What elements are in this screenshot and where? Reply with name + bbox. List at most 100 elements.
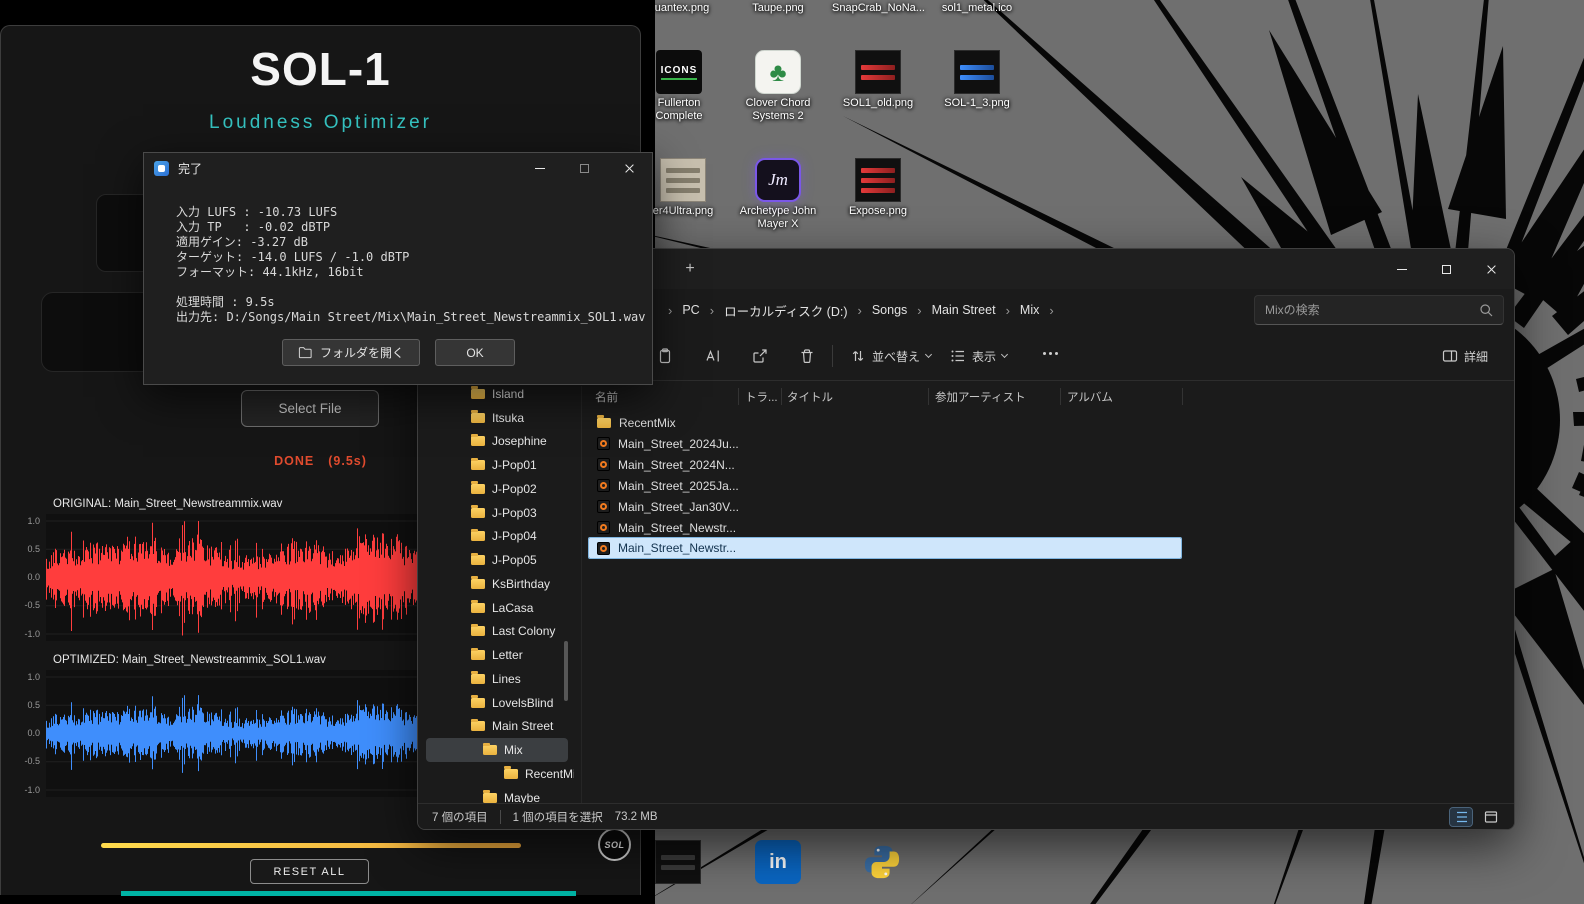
desktop-icon[interactable]: in — [732, 840, 824, 887]
tree-item-j-pop05[interactable]: J-Pop05 — [426, 548, 574, 572]
tree-item-mix[interactable]: Mix — [426, 738, 568, 762]
status-done-time: (9.5s) — [328, 454, 367, 468]
file-row[interactable]: Main_Street_2025Ja... — [418, 475, 1514, 496]
dialog-titlebar: 完了 — [144, 153, 652, 183]
rename-icon[interactable] — [696, 340, 730, 372]
tree-item-lines[interactable]: Lines — [426, 667, 574, 691]
paste-icon[interactable] — [648, 340, 682, 372]
list-view-toggle[interactable] — [1450, 808, 1472, 826]
search-box[interactable] — [1254, 295, 1504, 325]
desktop-icon[interactable]: JmArchetype John Mayer X — [732, 158, 824, 231]
desktop-icon[interactable]: Expose.png — [832, 158, 924, 218]
select-file-button[interactable]: Select File — [241, 390, 379, 427]
desktop-icon[interactable]: uantex.png — [636, 2, 728, 15]
open-folder-icon — [298, 345, 313, 360]
y-tick-label: 0.5 — [27, 544, 40, 555]
app-subtitle: Loudness Optimizer — [1, 112, 640, 134]
view-button[interactable]: 表示 — [942, 340, 1015, 372]
details-pane-button[interactable]: 詳細 — [1434, 340, 1496, 372]
tree-item-j-pop04[interactable]: J-Pop04 — [426, 525, 574, 549]
open-folder-button[interactable]: フォルダを開く — [282, 339, 420, 366]
scrollbar[interactable] — [564, 641, 568, 701]
desktop-icon[interactable]: SOL1_old.png — [832, 50, 924, 110]
folder-icon — [471, 650, 485, 660]
minimize-button[interactable] — [517, 153, 562, 183]
new-tab-button[interactable]: + — [678, 257, 702, 281]
file-row[interactable]: Main_Street_Newstr... — [589, 538, 1181, 558]
toolbar-divider — [832, 345, 833, 367]
column-header[interactable]: トラ... — [745, 389, 778, 405]
file-row[interactable]: Main_Street_Newstr... — [418, 517, 1514, 538]
desktop-icon[interactable] — [836, 840, 928, 887]
column-header[interactable]: タイトル — [787, 389, 833, 405]
search-input[interactable] — [1255, 303, 1479, 317]
breadcrumb-item[interactable]: Mix — [1016, 300, 1043, 320]
tree-item-ksbirthday[interactable]: KsBirthday — [426, 572, 574, 596]
tree-item-island[interactable]: Island — [426, 382, 574, 406]
folder-icon — [471, 603, 485, 613]
audio-file-icon — [597, 458, 610, 471]
file-row[interactable]: Main_Street_2024N... — [418, 454, 1514, 475]
tree-item-last-colony[interactable]: Last Colony — [426, 620, 574, 644]
breadcrumb-item[interactable]: PC — [678, 300, 703, 320]
y-axis-original: 1.00.50.0-0.5-1.0 — [19, 514, 42, 641]
minimize-button[interactable] — [1379, 249, 1424, 289]
tree-item-itsuka[interactable]: Itsuka — [426, 406, 574, 430]
tree-item-j-pop03[interactable]: J-Pop03 — [426, 501, 574, 525]
tree-item-main-street[interactable]: Main Street — [426, 715, 574, 739]
tree-item-recentmix[interactable]: RecentMix — [426, 762, 574, 786]
desktop-icon-label: SOL1_old.png — [832, 97, 924, 110]
file-row[interactable]: RecentMix — [418, 412, 1514, 433]
folder-icon — [471, 721, 485, 731]
breadcrumb-item[interactable]: Songs — [868, 300, 911, 320]
desktop-icon[interactable]: Taupe.png — [732, 2, 824, 15]
desktop-icon[interactable]: SnapCrab_NoNa... — [832, 2, 924, 15]
file-row[interactable]: Main_Street_Jan30V... — [418, 496, 1514, 517]
column-divider — [1182, 388, 1183, 405]
desktop-icon[interactable]: SOL-1_3.png — [931, 50, 1023, 110]
ok-button[interactable]: OK — [435, 339, 515, 366]
file-name: Main_Street_2024Ju... — [618, 437, 739, 451]
tree-item-j-pop01[interactable]: J-Pop01 — [426, 453, 574, 477]
sort-button[interactable]: 並べ替え — [842, 340, 939, 372]
y-tick-label: -0.5 — [24, 600, 40, 611]
more-options-button[interactable] — [1043, 352, 1058, 355]
breadcrumb-item[interactable]: ローカルディスク (D:) — [720, 298, 851, 323]
delete-icon[interactable] — [790, 340, 824, 372]
thumb-red2-thumbnail — [855, 158, 901, 202]
tree-item-label: LovelsBlind — [492, 696, 553, 710]
desktop-icon-label: SnapCrab_NoNa... — [832, 2, 924, 15]
close-button[interactable] — [607, 153, 652, 183]
sol-logo: SOL — [598, 828, 631, 861]
file-row[interactable]: Main_Street_2024Ju... — [418, 433, 1514, 454]
tree-item-lovelsblind[interactable]: LovelsBlind — [426, 691, 574, 715]
maximize-icon — [1442, 265, 1451, 274]
chevron-right-icon: › — [917, 303, 921, 318]
tree-item-lacasa[interactable]: LaCasa — [426, 596, 574, 620]
folder-icon — [471, 484, 485, 494]
desktop-icon-label: uantex.png — [636, 2, 728, 15]
tree-item-label: J-Pop03 — [492, 506, 537, 520]
maximize-button[interactable] — [1424, 249, 1469, 289]
share-icon[interactable] — [743, 340, 777, 372]
tree-item-letter[interactable]: Letter — [426, 643, 574, 667]
tree-item-josephine[interactable]: Josephine — [426, 430, 574, 454]
close-button[interactable] — [1469, 249, 1514, 289]
folder-icon — [471, 460, 485, 470]
column-header[interactable]: 名前 — [595, 389, 618, 405]
desktop-icon[interactable] — [632, 840, 724, 887]
desktop-icon[interactable]: sol1_metal.ico — [931, 2, 1023, 15]
large-view-toggle[interactable] — [1480, 808, 1502, 826]
app-title: SOL-1 — [1, 42, 640, 96]
breadcrumb-item[interactable]: Main Street — [928, 300, 1000, 320]
column-header[interactable]: アルバム — [1067, 389, 1113, 405]
maximize-button[interactable] — [562, 153, 607, 183]
thumb-dark-thumbnail — [655, 840, 701, 884]
column-header[interactable]: 参加アーティスト — [935, 389, 1026, 405]
reset-all-button[interactable]: RESET ALL — [250, 859, 369, 884]
desktop-icon-label: SOL-1_3.png — [931, 97, 1023, 110]
desktop-icon[interactable]: ♣Clover Chord Systems 2 — [732, 50, 824, 123]
tree-item-j-pop02[interactable]: J-Pop02 — [426, 477, 574, 501]
audio-file-icon — [597, 479, 610, 492]
desktop-icon[interactable]: ICONSFullerton Complete — [633, 50, 725, 123]
